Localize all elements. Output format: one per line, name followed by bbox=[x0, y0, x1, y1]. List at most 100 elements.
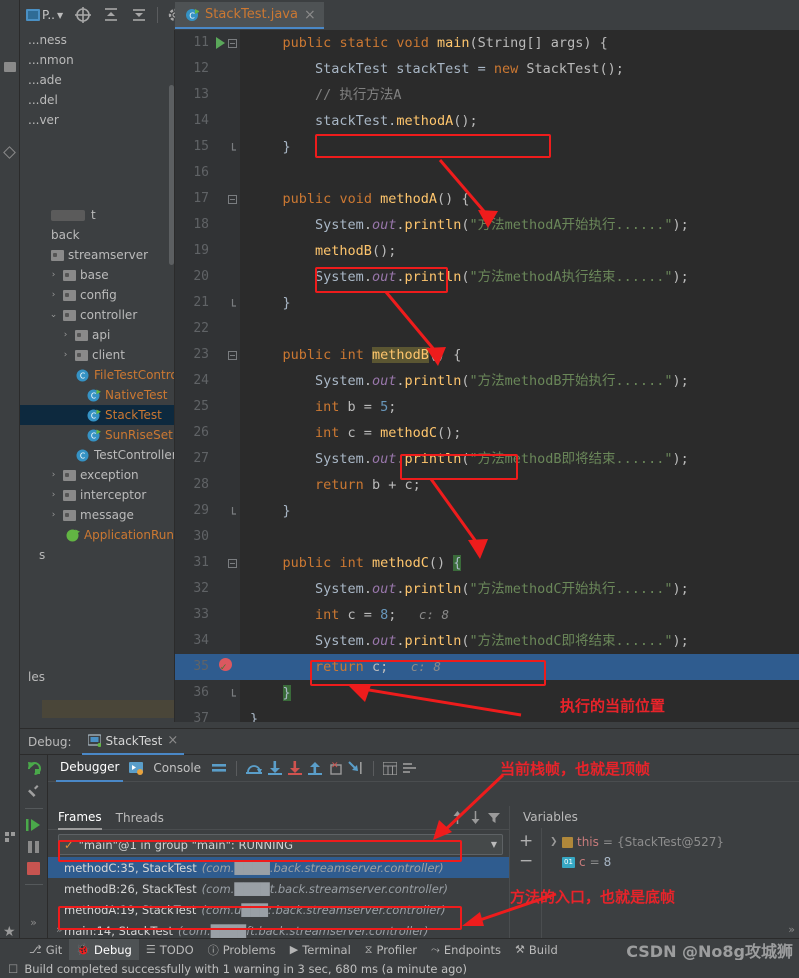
variable-row-this[interactable]: ❯ this = {StackTest@527} bbox=[542, 832, 799, 852]
run-to-cursor-button[interactable] bbox=[348, 761, 364, 775]
chevron-right-icon[interactable]: › bbox=[60, 330, 71, 340]
code-line-15[interactable]: 15 } bbox=[175, 134, 799, 160]
tab-console[interactable]: Console bbox=[149, 761, 205, 775]
run-configuration-selector[interactable]: P.. ▼ bbox=[20, 3, 69, 27]
tree-item-interceptor[interactable]: › interceptor bbox=[20, 485, 174, 505]
drop-frame-button[interactable]: ✕ bbox=[328, 761, 342, 775]
tree-item-client[interactable]: › client bbox=[20, 345, 174, 365]
debug-session-tab[interactable]: StackTest × bbox=[81, 729, 185, 755]
tree-item-streamserver[interactable]: streamserver bbox=[20, 245, 174, 265]
force-step-into-button[interactable] bbox=[288, 761, 303, 775]
code-line-13[interactable]: 13 // 执行方法A bbox=[175, 82, 799, 108]
stop-button[interactable] bbox=[27, 862, 40, 875]
code-editor[interactable]: 11 public static void main(String[] args… bbox=[175, 30, 799, 722]
frame-row[interactable]: methodA:19, StackTest (com.u███:.back.str… bbox=[48, 899, 509, 920]
tab-debugger[interactable]: Debugger bbox=[56, 755, 124, 782]
status-item-build[interactable]: ⚒ Build bbox=[508, 939, 565, 961]
mute-breakpoints-button[interactable] bbox=[211, 761, 227, 775]
code-line-33[interactable]: 33 int c = 8; c: 8 bbox=[175, 602, 799, 628]
status-item-profiler[interactable]: ⧖ Profiler bbox=[358, 939, 424, 961]
tree-item-exception[interactable]: › exception bbox=[20, 465, 174, 485]
chevron-down-icon[interactable]: ▼ bbox=[491, 840, 497, 849]
filter-frames-button[interactable] bbox=[488, 812, 500, 824]
code-line-21[interactable]: 21 } bbox=[175, 290, 799, 316]
pause-button[interactable] bbox=[27, 840, 41, 854]
fold-collapse-icon[interactable] bbox=[228, 351, 237, 360]
step-over-button[interactable] bbox=[246, 761, 263, 775]
code-line-32[interactable]: 32 System.out.println("方法methodC开始执行....… bbox=[175, 576, 799, 602]
fold-end-icon[interactable] bbox=[228, 143, 237, 152]
debug-settings-button[interactable] bbox=[26, 784, 41, 799]
expand-all-button[interactable] bbox=[97, 3, 125, 27]
tree-item-api[interactable]: › api bbox=[20, 325, 174, 345]
tree-row-clipped[interactable]: ...nmon bbox=[20, 50, 174, 70]
code-line-36[interactable]: 36 } bbox=[175, 680, 799, 706]
fold-end-icon[interactable] bbox=[228, 299, 237, 308]
more-icon[interactable]: » bbox=[30, 916, 37, 929]
step-out-button[interactable] bbox=[308, 761, 323, 775]
tree-item-sunriseset[interactable]: C SunRiseSet bbox=[20, 425, 174, 445]
project-tree-panel[interactable]: ...ness ...nmon ...ade ...del ...ver t ba… bbox=[20, 30, 175, 722]
code-line-28[interactable]: 28 return b + c; bbox=[175, 472, 799, 498]
code-line-26[interactable]: 26 int c = methodC(); bbox=[175, 420, 799, 446]
status-item-debug[interactable]: 🐞 Debug bbox=[69, 938, 139, 961]
chevron-right-icon[interactable]: › bbox=[60, 350, 71, 360]
frame-list[interactable]: methodC:35, StackTest (com.████.back.stre… bbox=[48, 857, 509, 941]
fold-end-icon[interactable] bbox=[228, 507, 237, 516]
chevron-right-icon[interactable]: › bbox=[48, 470, 59, 480]
subtab-frames[interactable]: Frames bbox=[58, 806, 102, 830]
tree-item-stacktest[interactable]: C StackTest bbox=[20, 405, 174, 425]
chevron-right-icon[interactable]: › bbox=[48, 270, 59, 280]
close-icon[interactable]: × bbox=[304, 8, 316, 22]
tree-item-applicationrun[interactable]: ApplicationRun bbox=[20, 525, 174, 545]
tree-row-clipped[interactable]: ...ade bbox=[20, 70, 174, 90]
rerun-button[interactable] bbox=[26, 760, 42, 776]
tree-scrollbar[interactable] bbox=[169, 85, 174, 265]
code-line-14[interactable]: 14 stackTest.methodA(); bbox=[175, 108, 799, 134]
fold-collapse-icon[interactable] bbox=[228, 559, 237, 568]
code-line-31[interactable]: 31 public int methodC() { bbox=[175, 550, 799, 576]
code-line-27[interactable]: 27 System.out.println("方法methodB即将结束....… bbox=[175, 446, 799, 472]
chevron-down-icon[interactable]: ⌄ bbox=[48, 310, 59, 320]
editor-tab-stacktest[interactable]: C StackTest.java × bbox=[175, 2, 324, 29]
tree-item-back[interactable]: back bbox=[20, 225, 174, 245]
resume-button[interactable] bbox=[25, 818, 42, 832]
tree-item-controller[interactable]: ⌄ controller bbox=[20, 305, 174, 325]
status-item-git[interactable]: ⎇ Git bbox=[22, 939, 69, 961]
code-line-29[interactable]: 29 } bbox=[175, 498, 799, 524]
code-line-30[interactable]: 30 bbox=[175, 524, 799, 550]
chevron-right-icon[interactable]: ❯ bbox=[550, 837, 558, 847]
tree-item-base[interactable]: › base bbox=[20, 265, 174, 285]
variables-more-icon[interactable]: » bbox=[788, 923, 795, 936]
code-line-19[interactable]: 19 methodB(); bbox=[175, 238, 799, 264]
status-item-todo[interactable]: ☰ TODO bbox=[139, 939, 201, 961]
add-watch-button[interactable]: + bbox=[519, 833, 533, 850]
tree-row-clipped-bottom[interactable]: les bbox=[20, 670, 174, 690]
subtab-threads[interactable]: Threads bbox=[116, 811, 164, 825]
fold-end-icon[interactable] bbox=[228, 689, 237, 698]
tree-row-clipped[interactable]: ...ness bbox=[20, 30, 174, 50]
tree-item-testcontroller[interactable]: C TestController bbox=[20, 445, 174, 465]
status-item-terminal[interactable]: ▶ Terminal bbox=[283, 939, 358, 961]
chevron-right-icon[interactable]: › bbox=[48, 490, 59, 500]
move-up-button[interactable] bbox=[452, 811, 463, 824]
tree-item-nativetest[interactable]: C NativeTest bbox=[20, 385, 174, 405]
tree-item-t[interactable]: t bbox=[20, 205, 174, 225]
code-line-25[interactable]: 25 int b = 5; bbox=[175, 394, 799, 420]
chevron-right-icon[interactable]: › bbox=[48, 510, 59, 520]
status-item-problems[interactable]: ⓘ Problems bbox=[201, 939, 283, 961]
variable-row-c[interactable]: 01 c = 8 bbox=[542, 852, 799, 872]
tree-item-s[interactable]: s bbox=[20, 545, 174, 565]
frames-more-icon[interactable]: » bbox=[56, 923, 63, 936]
tree-row-clipped[interactable]: ...del bbox=[20, 90, 174, 110]
code-line-18[interactable]: 18 System.out.println("方法methodA开始执行....… bbox=[175, 212, 799, 238]
fold-collapse-icon[interactable] bbox=[228, 39, 237, 48]
tree-item-filetestcontroller[interactable]: C FileTestController bbox=[20, 365, 174, 385]
code-line-24[interactable]: 24 System.out.println("方法methodB开始执行....… bbox=[175, 368, 799, 394]
code-line-22[interactable]: 22 bbox=[175, 316, 799, 342]
breakpoint-icon[interactable] bbox=[215, 654, 235, 681]
collapse-all-button[interactable] bbox=[125, 3, 153, 27]
move-down-button[interactable] bbox=[470, 811, 481, 824]
tree-item-config[interactable]: › config bbox=[20, 285, 174, 305]
close-icon[interactable]: × bbox=[167, 733, 178, 748]
